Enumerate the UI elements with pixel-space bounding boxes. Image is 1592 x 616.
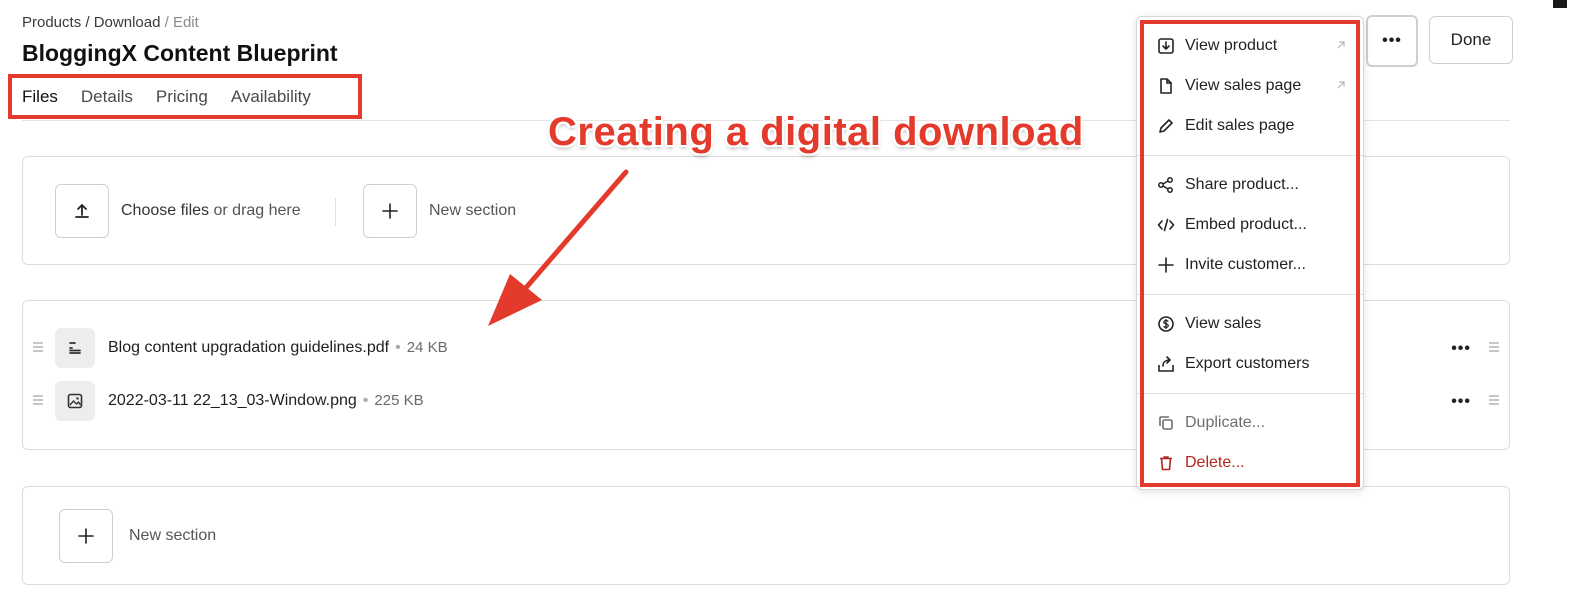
- product-actions-menu: View product View sales page Edit sales …: [1136, 16, 1364, 490]
- separator-dot: •: [362, 392, 369, 409]
- external-link-icon: [1337, 81, 1345, 89]
- menu-item-label: Delete...: [1185, 454, 1245, 471]
- corner-mark: [1553, 0, 1567, 8]
- file-size: 225 KB: [374, 392, 424, 409]
- menu-item-label: View sales page: [1185, 77, 1302, 94]
- file-name: Blog content upgradation guidelines.pdf •…: [108, 339, 448, 357]
- menu-item-view-product[interactable]: View product: [1157, 33, 1347, 59]
- separator-dot: •: [395, 339, 401, 356]
- drag-here-text: or drag here: [209, 202, 301, 219]
- plus-icon: [1157, 256, 1175, 274]
- file-text-icon: [55, 328, 95, 368]
- menu-item-label: Embed product...: [1185, 216, 1307, 233]
- tab-availability[interactable]: Availability: [231, 87, 311, 107]
- add-section-button[interactable]: [59, 509, 113, 563]
- drag-handle-icon[interactable]: [33, 395, 43, 409]
- file-name-text: 2022-03-11 22_13_03-Window.png: [108, 392, 357, 409]
- upload-button[interactable]: [55, 184, 109, 238]
- menu-item-view-sales-page[interactable]: View sales page: [1157, 73, 1347, 99]
- menu-item-label: View product: [1185, 37, 1278, 54]
- more-actions-button[interactable]: •••: [1366, 15, 1418, 67]
- breadcrumb-sep: /: [81, 14, 94, 31]
- menu-item-delete[interactable]: Delete...: [1157, 450, 1347, 476]
- menu-item-view-sales[interactable]: View sales: [1157, 311, 1347, 337]
- dollar-circle-icon: [1157, 315, 1175, 333]
- trash-icon: [1157, 454, 1175, 472]
- breadcrumb-edit: Edit: [172, 14, 199, 31]
- menu-separator: [1137, 393, 1363, 394]
- share-icon: [1157, 176, 1175, 194]
- tab-pricing[interactable]: Pricing: [156, 87, 208, 107]
- duplicate-icon: [1157, 414, 1175, 432]
- plus-icon: [78, 528, 94, 544]
- file-name-text: Blog content upgradation guidelines.pdf: [108, 339, 390, 356]
- external-link-icon: [1337, 41, 1345, 49]
- menu-separator: [1137, 294, 1363, 295]
- divider: [335, 198, 336, 226]
- download-box-icon: [1157, 37, 1175, 55]
- tab-details[interactable]: Details: [81, 87, 133, 107]
- tab-files[interactable]: Files: [22, 87, 58, 107]
- menu-item-label: Edit sales page: [1185, 117, 1295, 134]
- export-icon: [1157, 355, 1175, 373]
- breadcrumb: Products / Download / Edit: [22, 14, 199, 31]
- choose-files-label[interactable]: Choose files or drag here: [121, 202, 301, 220]
- breadcrumb-download[interactable]: Download: [94, 14, 161, 31]
- drag-handle-icon[interactable]: [1489, 395, 1499, 409]
- menu-item-duplicate[interactable]: Duplicate...: [1157, 410, 1347, 436]
- breadcrumb-sep: /: [160, 14, 173, 31]
- done-button[interactable]: Done: [1429, 16, 1513, 64]
- new-section-card: New section: [22, 486, 1510, 585]
- file-name: 2022-03-11 22_13_03-Window.png • 225 KB: [108, 392, 424, 410]
- new-section-label[interactable]: New section: [429, 202, 516, 220]
- tab-bar: Files Details Pricing Availability: [8, 74, 362, 119]
- image-icon: [55, 381, 95, 421]
- choose-files-text[interactable]: Choose files: [121, 202, 209, 219]
- menu-item-embed-product[interactable]: Embed product...: [1157, 212, 1347, 238]
- new-section-label[interactable]: New section: [129, 527, 216, 545]
- menu-item-label: Duplicate...: [1185, 414, 1266, 431]
- new-section-button[interactable]: [363, 184, 417, 238]
- file-more-button[interactable]: •••: [1451, 393, 1471, 411]
- menu-item-label: Share product...: [1185, 176, 1299, 193]
- menu-item-edit-sales-page[interactable]: Edit sales page: [1157, 113, 1347, 139]
- menu-item-export-customers[interactable]: Export customers: [1157, 351, 1347, 377]
- file-more-button[interactable]: •••: [1451, 340, 1471, 358]
- code-icon: [1157, 216, 1175, 234]
- file-icon: [1157, 77, 1175, 95]
- plus-icon: [382, 203, 398, 219]
- page-title: BloggingX Content Blueprint: [22, 40, 338, 66]
- menu-item-label: Export customers: [1185, 355, 1310, 372]
- drag-handle-icon[interactable]: [1489, 342, 1499, 356]
- annotation-text: Creating a digital download: [548, 110, 1084, 154]
- file-size: 24 KB: [406, 339, 448, 356]
- menu-item-share-product[interactable]: Share product...: [1157, 172, 1347, 198]
- breadcrumb-products[interactable]: Products: [22, 14, 81, 31]
- pencil-icon: [1157, 117, 1175, 135]
- drag-handle-icon[interactable]: [33, 342, 43, 356]
- menu-separator: [1137, 155, 1363, 156]
- menu-item-invite-customer[interactable]: Invite customer...: [1157, 252, 1347, 278]
- upload-icon: [75, 204, 89, 218]
- menu-item-label: Invite customer...: [1185, 256, 1306, 273]
- menu-item-label: View sales: [1185, 315, 1262, 332]
